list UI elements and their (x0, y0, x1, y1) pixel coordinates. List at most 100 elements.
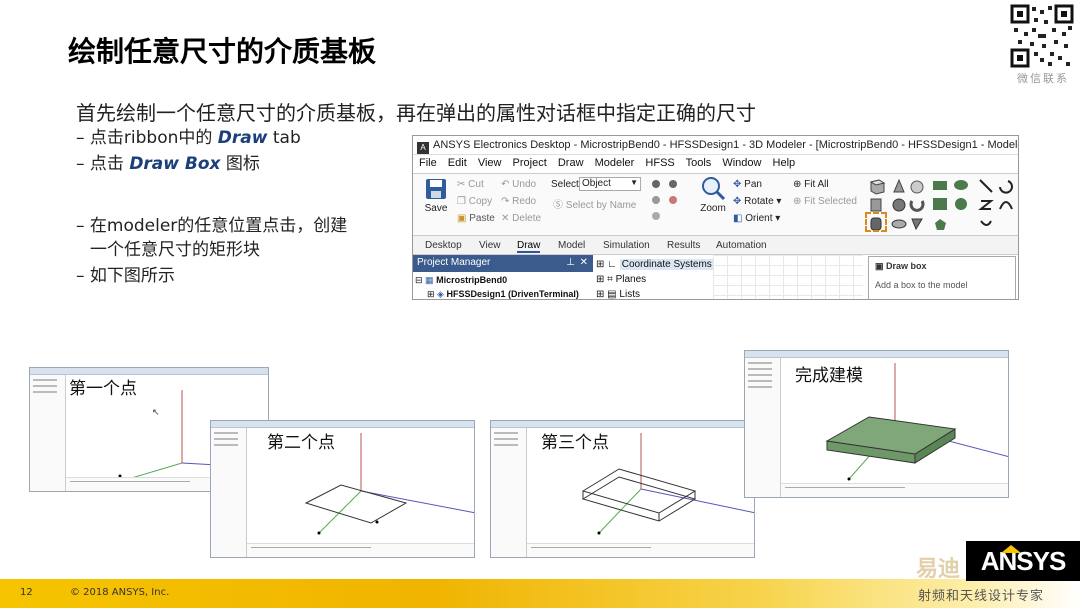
fit-all-button[interactable]: ⊕ Fit All (793, 179, 829, 190)
ribbon-tabs: Desktop View Draw Model Simulation Resul… (413, 237, 1018, 255)
undo-button[interactable]: ↶ Undo (501, 179, 536, 190)
paste-icon: ▣ (457, 213, 467, 224)
box-wireframe-graphic (581, 433, 754, 535)
copy-button[interactable]: ❐ Copy (457, 196, 492, 207)
tab-simulation[interactable]: Simulation (603, 240, 650, 251)
fit-selected-label: Fit Selected (804, 196, 857, 207)
watermark-tagline: 射频和天线设计专家 (918, 589, 1045, 604)
save-label: Save (424, 203, 448, 214)
orient-label: Orient (745, 213, 773, 224)
label-second-point: 第二个点 (267, 433, 335, 453)
select-by-name-button[interactable]: Ⓢ Select by Name (553, 196, 636, 211)
slide-title: 绘制任意尺寸的介质基板 (68, 35, 377, 68)
redo-button[interactable]: ↷ Redo (501, 196, 536, 207)
ansys-logo: ANSYS (966, 541, 1080, 581)
zoom-button[interactable]: Zoom (697, 176, 729, 214)
label-first-point: 第一个点 (69, 379, 137, 399)
tab-desktop[interactable]: Desktop (425, 240, 462, 251)
rotate-button[interactable]: ✥ Rotate ▾ (733, 196, 781, 207)
menu-project[interactable]: Project (513, 157, 547, 169)
save-button[interactable]: Save (421, 178, 451, 214)
menu-edit[interactable]: Edit (448, 157, 467, 169)
tree-item-coordinate-systems[interactable]: ⊞ ∟ Coordinate Systems (596, 257, 714, 272)
draw-box-icon (869, 179, 886, 195)
draw-box-tooltip: ▣ Draw box Add a box to the model (868, 256, 1016, 299)
menu-hfss[interactable]: HFSS (645, 157, 674, 169)
save-icon (426, 179, 446, 199)
logo-text: ANSYS (980, 546, 1067, 576)
bullet-see-below: – 如下图所示 (76, 266, 175, 286)
svg-text:↖: ↖ (152, 407, 160, 417)
status-pane (527, 543, 754, 557)
tooltip-title-text: Draw box (886, 261, 927, 271)
menu-help[interactable]: Help (773, 157, 796, 169)
project-manager-header: Project Manager ⊥ ✕ (413, 255, 593, 272)
tab-draw[interactable]: Draw (517, 240, 541, 253)
undo-label: Undo (512, 179, 537, 190)
chevron-down-icon: ▼ (630, 178, 638, 187)
zoom-icon (702, 177, 726, 201)
tree-item-design[interactable]: ⊞ ◈ HFSSDesign1 (DrivenTerminal) (415, 287, 579, 299)
menu-modeler[interactable]: Modeler (595, 157, 635, 169)
slide: 绘制任意尺寸的介质基板 微信联系 首先绘制一个任意尺寸的介质基板，再在弹出的属性… (0, 0, 1080, 608)
zoom-label: Zoom (700, 203, 726, 214)
fit-all-icon: ⊕ (793, 179, 802, 190)
pan-button[interactable]: ✥ Pan (733, 179, 762, 190)
project-name: MicrostripBend0 (436, 275, 508, 285)
tree-item-lists[interactable]: ⊞ ▤ Lists (596, 287, 714, 300)
pin-icon[interactable]: ⊥ (566, 257, 575, 268)
draw-line-icons[interactable] (978, 177, 1016, 233)
delete-button[interactable]: ✕ Delete (501, 213, 541, 224)
status-pane (247, 543, 474, 557)
menu-draw[interactable]: Draw (558, 157, 584, 169)
model-tree: ⊞ ∟ Coordinate Systems ⊞ ⌗ Planes ⊞ ▤ Li… (596, 257, 714, 300)
draw-2d-icons[interactable] (931, 177, 975, 233)
bullet-text: – 点击ribbon中的 (76, 128, 218, 148)
list-icon: ▤ (607, 289, 617, 300)
qr-code-icon (1010, 4, 1074, 68)
page-number: 12 (20, 587, 33, 598)
tab-results[interactable]: Results (667, 240, 700, 251)
project-icon: ▦ (425, 275, 434, 285)
menu-tools[interactable]: Tools (686, 157, 712, 169)
modeler-view-second-point (210, 420, 475, 558)
select-mode-dropdown[interactable]: Object ▼ (579, 177, 641, 191)
tree-item-planes[interactable]: ⊞ ⌗ Planes (596, 272, 714, 287)
modeler-view-completed (744, 350, 1009, 498)
menu-view[interactable]: View (478, 157, 502, 169)
bullet-draw-tab: – 点击ribbon中的 Draw tab (76, 126, 301, 150)
watermark-brand: 易迪 (916, 557, 961, 582)
tree-label: Planes (615, 274, 647, 285)
fit-all-label: Fit All (804, 179, 829, 190)
intro-text: 首先绘制一个任意尺寸的介质基板，再在弹出的属性对话框中指定正确的尺寸 (76, 101, 756, 125)
rectangle-graphic (304, 433, 474, 535)
project-manager-title: Project Manager (417, 257, 491, 268)
select-by-name-label: Select by Name (565, 200, 637, 211)
redo-label: Redo (512, 196, 537, 207)
menu-file[interactable]: File (419, 157, 437, 169)
fit-selected-icon: ⊕ (793, 196, 802, 207)
tab-model[interactable]: Model (558, 240, 585, 251)
tree-item-project[interactable]: ⊟ ▦ MicrostripBend0 (415, 273, 579, 287)
paste-button[interactable]: ▣ Paste (457, 213, 495, 224)
menu-window[interactable]: Window (722, 157, 761, 169)
label-third-point: 第三个点 (541, 433, 609, 453)
close-icon[interactable]: ✕ (580, 257, 588, 268)
orient-button[interactable]: ◧ Orient ▾ (733, 213, 780, 224)
select-label: Select: (551, 179, 582, 190)
bullet-bold: Draw (217, 128, 268, 148)
tree-label: Lists (619, 289, 640, 300)
status-pane (781, 483, 1008, 497)
view-mode-icons[interactable] (649, 178, 681, 230)
tab-view[interactable]: View (479, 240, 501, 251)
cut-button[interactable]: ✂ Cut (457, 179, 484, 190)
logo-triangle-icon (1001, 545, 1021, 553)
paste-label: Paste (469, 213, 495, 224)
bullet-text: 图标 (220, 154, 260, 174)
fit-selected-button[interactable]: ⊕ Fit Selected (793, 196, 857, 207)
tab-automation[interactable]: Automation (716, 240, 767, 251)
cut-label: Cut (468, 179, 484, 190)
ribbon-body: Save ✂ Cut ❐ Copy ▣ Paste ↶ Undo ↷ Redo … (413, 173, 1018, 236)
bullet-click-modeler-cont: 一个任意尺寸的矩形块 (90, 240, 260, 260)
rotate-icon: ✥ (733, 196, 742, 207)
